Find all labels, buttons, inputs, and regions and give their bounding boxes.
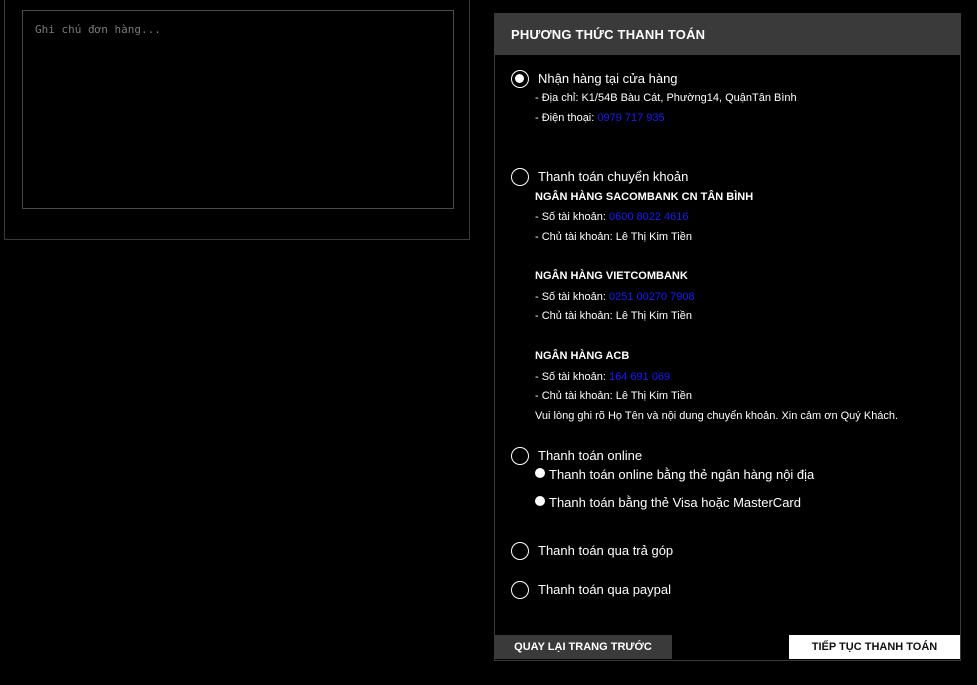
store-phone-prefix: - Điện thoại: (535, 112, 598, 124)
paypal-radio[interactable] (511, 581, 529, 599)
bank-name: NGÂN HÀNG VIETCOMBANK (535, 270, 688, 282)
bank-account-line: - Số tài khoản: 0600 8022 4616 (535, 211, 689, 223)
domestic-card-radio[interactable] (535, 468, 545, 478)
bank-account-number: 0251 00270 7908 (609, 291, 695, 303)
installment-radio[interactable] (511, 542, 529, 560)
account-prefix: - Số tài khoản: (535, 291, 609, 303)
account-holder: - Chủ tài khoản: Lê Thị Kim Tiền (535, 231, 692, 243)
bank-account-line: - Số tài khoản: 0251 00270 7908 (535, 291, 695, 303)
account-holder: - Chủ tài khoản: Lê Thị Kim Tiền (535, 390, 692, 402)
bank-account-number: 0600 8022 4616 (609, 211, 689, 223)
visa-mastercard-radio[interactable] (535, 496, 545, 506)
continue-payment-button[interactable]: TIẾP TỤC THANH TOÁN (789, 635, 960, 659)
bank-name: NGÂN HÀNG SACOMBANK CN TÂN BÌNH (535, 191, 754, 203)
store-phone-link[interactable]: 0979 717 935 (597, 112, 664, 124)
bank-account-line: - Số tài khoản: 164 691 069 (535, 371, 670, 383)
store-address: - Địa chỉ: K1/54B Bàu Cát, Phường14, Quậ… (535, 92, 797, 104)
online-payment-label[interactable]: Thanh toán online (538, 448, 642, 463)
bank-account-number: 164 691 069 (609, 371, 671, 383)
paypal-label[interactable]: Thanh toán qua paypal (538, 582, 671, 597)
payment-method-panel: PHƯƠNG THỨC THANH TOÁN (494, 13, 961, 661)
store-pickup-label[interactable]: Nhận hàng tại cửa hàng (538, 71, 678, 86)
bank-transfer-label[interactable]: Thanh toán chuyển khoản (538, 169, 688, 184)
bank-transfer-radio[interactable] (511, 168, 529, 186)
account-holder: - Chủ tài khoản: Lê Thị Kim Tiền (535, 310, 692, 322)
account-prefix: - Số tài khoản: (535, 211, 609, 223)
installment-label[interactable]: Thanh toán qua trả góp (538, 543, 673, 558)
online-payment-radio[interactable] (511, 447, 529, 465)
payment-method-title: PHƯƠNG THỨC THANH TOÁN (495, 14, 960, 55)
order-note-input[interactable] (22, 10, 454, 209)
visa-mastercard-label[interactable]: Thanh toán bằng thẻ Visa hoặc MasterCard (549, 495, 801, 510)
back-button[interactable]: QUAY LẠI TRANG TRƯỚC (494, 635, 672, 659)
transfer-note: Vui lòng ghi rõ Họ Tên và nội dung chuyể… (535, 410, 899, 422)
store-pickup-radio[interactable] (511, 70, 529, 88)
domestic-card-label[interactable]: Thanh toán online bằng thẻ ngân hàng nội… (549, 467, 814, 482)
store-phone-line: - Điện thoại: 0979 717 935 (535, 112, 665, 124)
order-note-panel (4, 0, 470, 240)
account-prefix: - Số tài khoản: (535, 371, 609, 383)
bank-name: NGÂN HÀNG ACB (535, 350, 630, 362)
